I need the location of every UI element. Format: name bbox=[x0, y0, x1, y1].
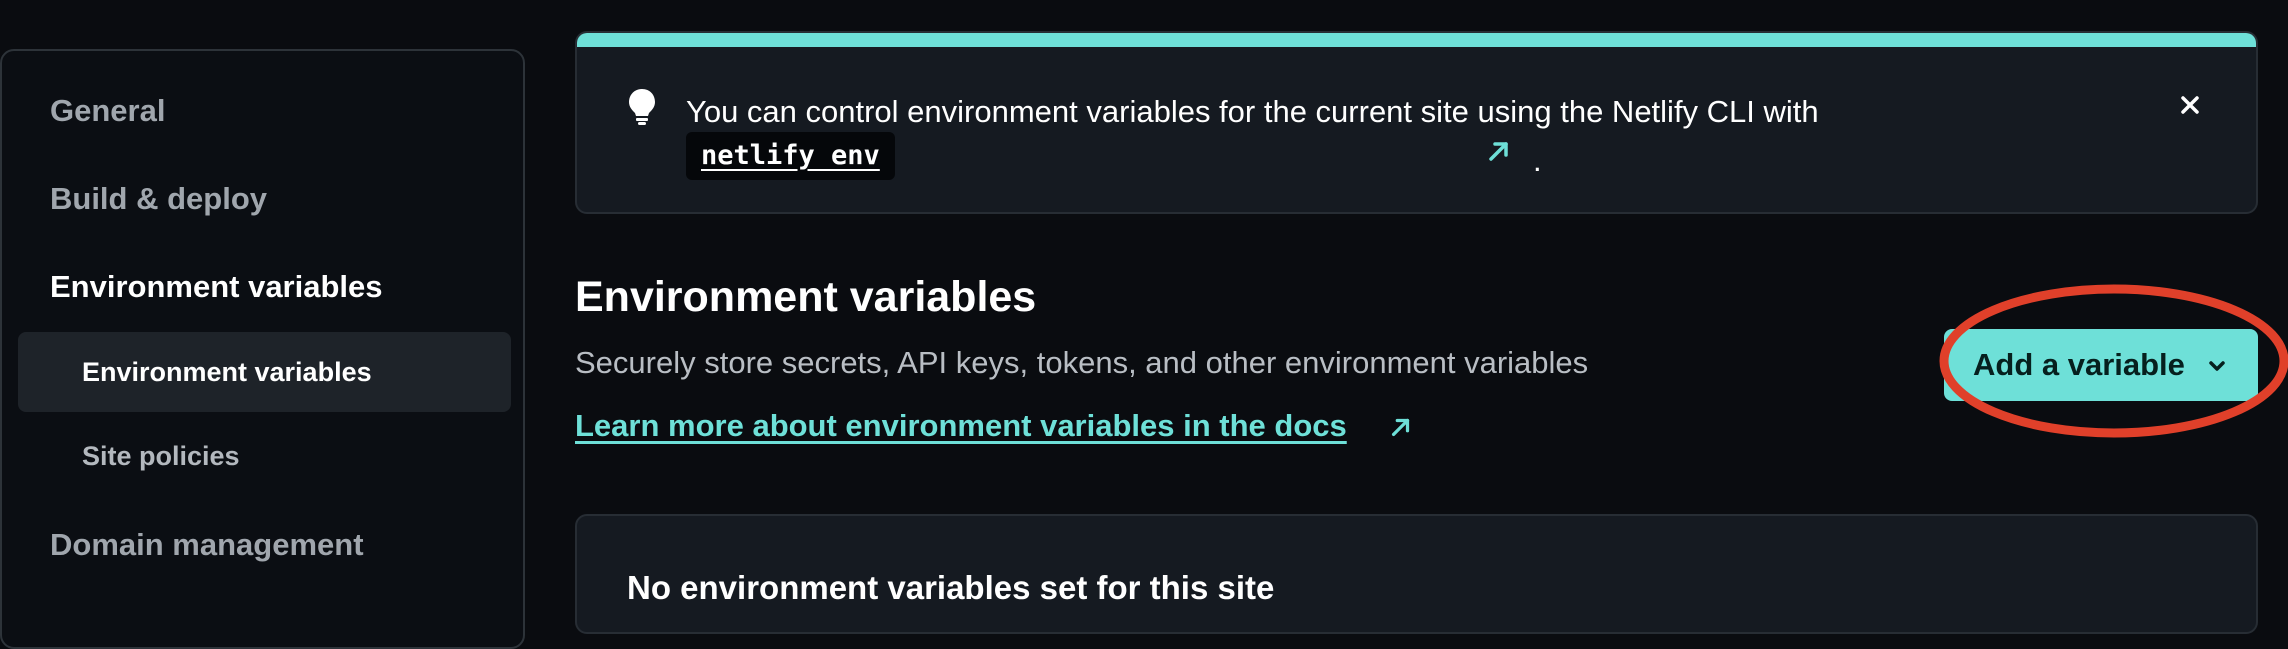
empty-state-message: No environment variables set for this si… bbox=[627, 569, 1275, 606]
netlify-env-code-link[interactable]: netlify env bbox=[686, 132, 895, 180]
empty-state-card: No environment variables set for this si… bbox=[575, 514, 2258, 634]
sidebar-item-domain-management[interactable]: Domain management bbox=[50, 527, 364, 563]
external-link-arrow-icon[interactable] bbox=[1485, 137, 1513, 165]
close-icon[interactable] bbox=[2174, 89, 2206, 121]
highlight-annotation-ellipse bbox=[1939, 284, 2288, 438]
banner-accent-bar bbox=[577, 33, 2256, 47]
sidebar: General Build & deploy Environment varia… bbox=[0, 49, 525, 649]
banner-period: . bbox=[1533, 143, 1542, 178]
sidebar-item-build-deploy[interactable]: Build & deploy bbox=[50, 181, 267, 217]
docs-link[interactable]: Learn more about environment variables i… bbox=[575, 408, 1347, 444]
lightbulb-icon bbox=[629, 89, 655, 125]
banner-text: You can control environment variables fo… bbox=[686, 94, 1819, 129]
page-title: Environment variables bbox=[575, 273, 1037, 321]
sidebar-subitem-environment-variables[interactable]: Environment variables bbox=[82, 357, 372, 388]
page-description: Securely store secrets, API keys, tokens… bbox=[575, 345, 1589, 380]
sidebar-item-general[interactable]: General bbox=[50, 93, 165, 129]
external-link-arrow-icon[interactable] bbox=[1388, 414, 1414, 440]
sidebar-item-environment-variables[interactable]: Environment variables bbox=[50, 269, 383, 305]
sidebar-subitem-site-policies[interactable]: Site policies bbox=[82, 441, 240, 472]
cli-info-banner: You can control environment variables fo… bbox=[575, 31, 2258, 214]
